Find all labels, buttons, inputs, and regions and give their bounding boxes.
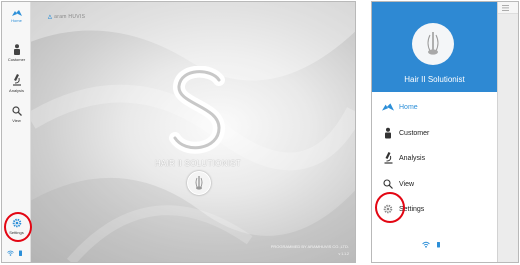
battery-icon [19,250,22,256]
highlight-circle-settings [4,212,32,242]
app-name: HAIR Ⅱ SOLUTIONIST [154,159,242,168]
drawer-title: Hair II Solutionist [404,75,465,84]
hamburger-icon[interactable] [502,5,509,11]
rail-item-view[interactable]: View [2,106,31,123]
version-label: v 1.1.2 [338,252,349,256]
rail-label-analysis: Analysis [9,88,24,93]
magnifier-icon [11,106,22,116]
app-screenshot-home: Home Customer Analysis View Settings △ a… [1,1,356,263]
status-indicators [422,241,440,248]
highlight-circle-settings [375,192,405,223]
rail-item-analysis[interactable]: Analysis [2,74,31,93]
rail-item-customer[interactable]: Customer [2,44,31,62]
home-icon [11,10,22,16]
follicle-icon [195,176,203,190]
menu-item-analysis[interactable]: Analysis [372,145,497,171]
home-splash: △ aram HUVIS HAIR Ⅱ SOLUTIONIST PROGRAMME… [31,2,355,262]
magnifier-icon [383,179,393,189]
battery-icon [437,242,440,248]
menu-item-customer[interactable]: Customer [372,120,497,146]
hair-follicle-logo [187,171,211,195]
menu-label-home: Home [399,103,418,111]
footer-credit: PROGRAMMED BY ARAMHUVIS CO.,LTD. [270,244,349,249]
wifi-icon [422,241,430,248]
drawer-menu: Home Customer Analysis View Settings [372,92,497,262]
drawer-header: Hair II Solutionist [372,2,497,92]
person-icon [385,127,391,139]
rail-label-customer: Customer [7,57,26,62]
rail-item-home[interactable]: Home [2,10,31,23]
microscope-icon [12,74,21,86]
status-indicators [7,250,22,256]
rail-label-home: Home [11,18,22,23]
content-toolbar [498,2,518,14]
follicle-icon [427,32,439,55]
home-icon [382,103,394,111]
s-logo-graphic [169,66,226,154]
wifi-icon [7,250,14,256]
menu-item-home[interactable]: Home [372,94,497,120]
menu-label-customer: Customer [399,129,430,137]
person-icon [13,44,20,55]
menu-label-analysis: Analysis [399,154,426,162]
dimmed-content [497,2,518,262]
drawer-logo [412,23,454,65]
menu-label-view: View [399,180,415,188]
rail-label-view: View [12,118,21,123]
brand-mark-icon: △ [48,14,53,20]
app-screenshot-drawer: Hair II Solutionist Home Customer Analys… [371,1,519,263]
microscope-icon [384,152,392,164]
brand-logo: △ aram HUVIS [48,14,86,20]
